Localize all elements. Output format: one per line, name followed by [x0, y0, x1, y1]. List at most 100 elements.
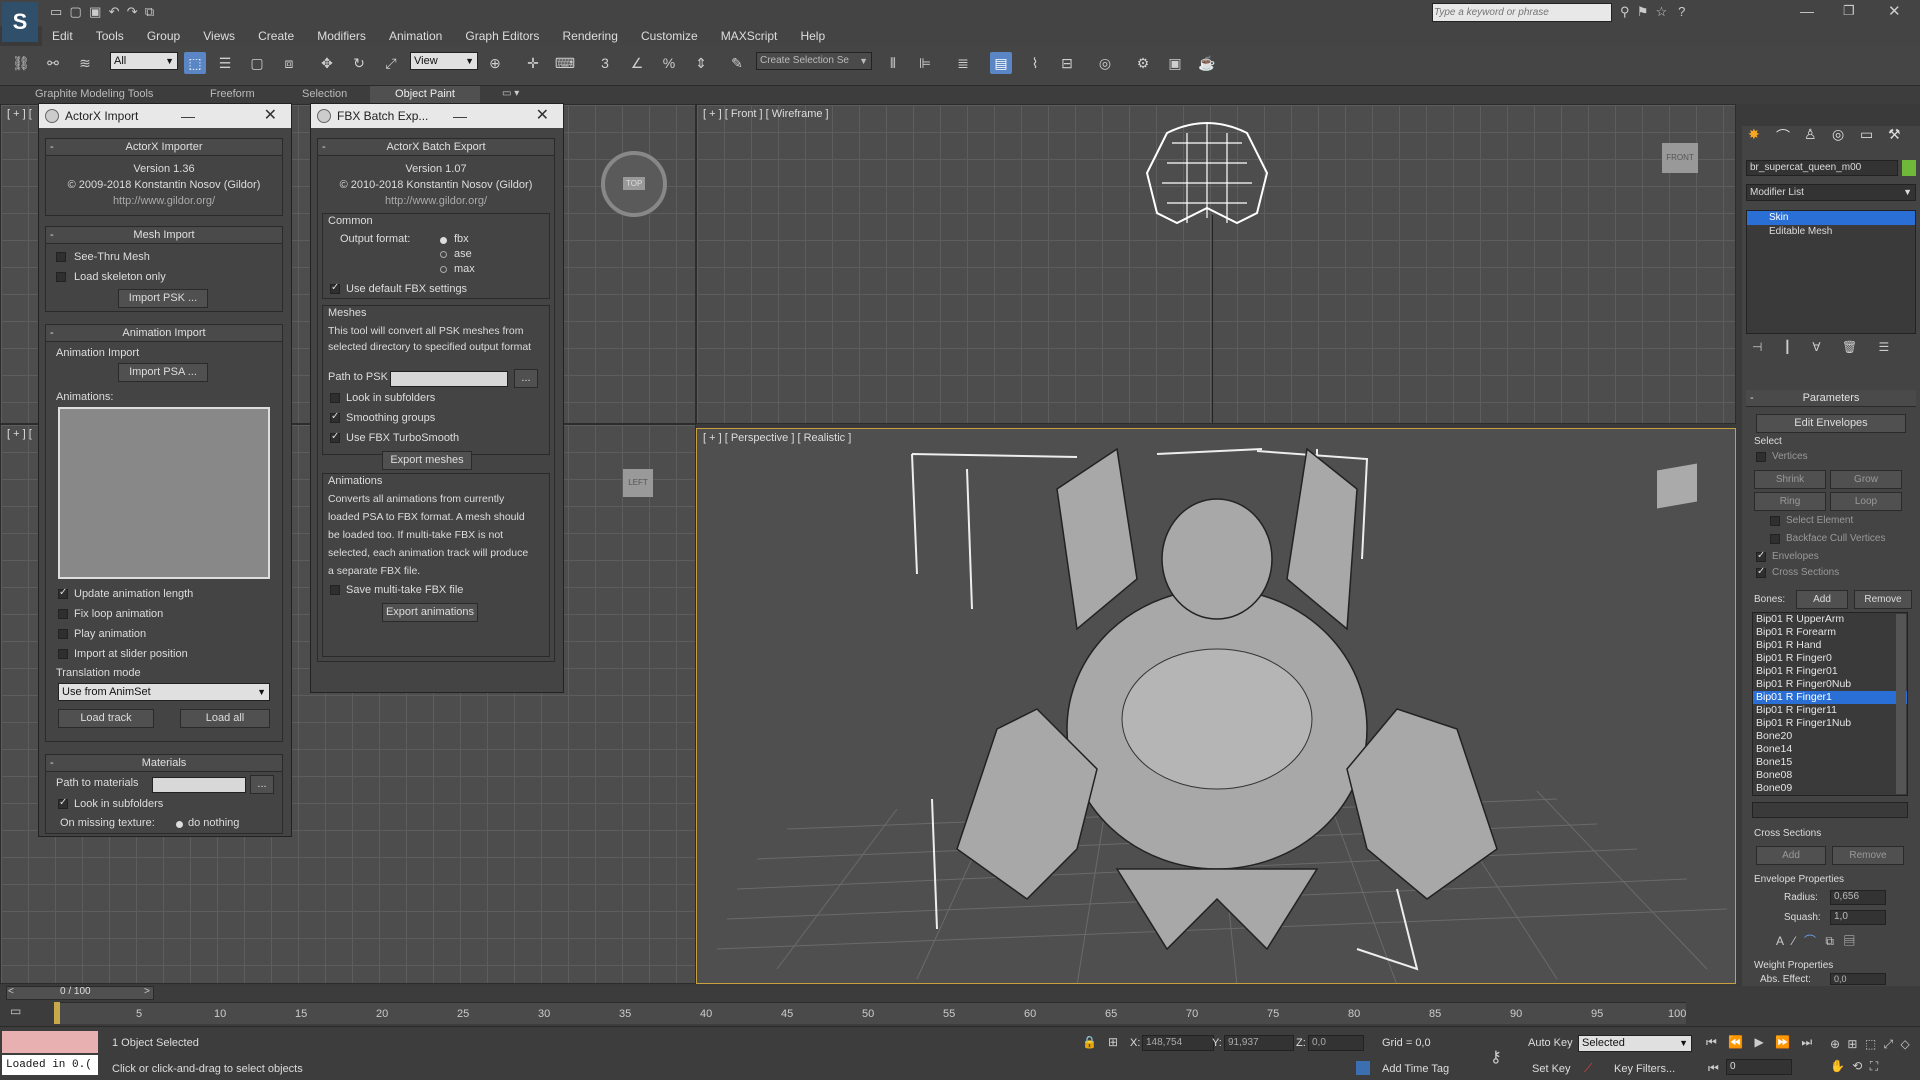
favorites-icon[interactable]: ☆	[1656, 4, 1668, 19]
viewport-front[interactable]: [ + ] [ Front ] [ Wireframe ] FRONT	[696, 104, 1736, 424]
next-frame-icon[interactable]: >	[144, 986, 150, 997]
x-coord-field[interactable]: 148,754	[1142, 1035, 1214, 1051]
link-icon[interactable]: ⛓	[10, 52, 32, 74]
project-icon[interactable]: ⧉	[145, 4, 154, 19]
collapse-icon[interactable]: -	[322, 139, 326, 156]
pivot-center-icon[interactable]: ⊕	[484, 52, 506, 74]
app-logo-icon[interactable]: S	[2, 2, 38, 42]
select-by-name-icon[interactable]: ☰	[214, 52, 236, 74]
fbx-title-bar[interactable]: FBX Batch Exp... — ✕	[311, 104, 563, 128]
fov-icon[interactable]: ◇	[1900, 1037, 1909, 1051]
bone-item[interactable]: Bone09	[1753, 782, 1907, 795]
save-multi-checkbox[interactable]	[330, 585, 340, 595]
display-tab-icon[interactable]: ▭	[1860, 126, 1873, 143]
curve-editor-icon[interactable]: ⌇	[1024, 52, 1046, 74]
menu-tools[interactable]: Tools	[86, 26, 134, 43]
grow-button[interactable]: Grow	[1830, 470, 1902, 489]
cross-sections-checkbox[interactable]	[1756, 566, 1766, 578]
viewport-left-label[interactable]: [ + ] [	[7, 428, 32, 440]
new-file-icon[interactable]: ▭	[50, 4, 62, 19]
bone-item[interactable]: Bip01 R Hand	[1753, 639, 1907, 652]
close-window-icon[interactable]: ✕	[1888, 2, 1901, 20]
set-key-button[interactable]: Set Key	[1532, 1063, 1571, 1075]
bone-item-selected[interactable]: Bip01 R Finger1	[1753, 691, 1907, 704]
paste-icon[interactable]: ▤	[1843, 934, 1855, 948]
menu-customize[interactable]: Customize	[631, 26, 708, 43]
menu-graph-editors[interactable]: Graph Editors	[455, 26, 549, 43]
motion-tab-icon[interactable]: ◎	[1832, 126, 1844, 143]
prev-frame-icon[interactable]: <	[8, 986, 14, 997]
viewport-top-label[interactable]: [ + ] [	[7, 108, 32, 120]
binoculars-icon[interactable]: ⚲	[1620, 4, 1630, 19]
collapse-icon[interactable]: -	[1750, 390, 1754, 407]
use-default-fbx-checkbox[interactable]	[330, 282, 340, 294]
rollout-header[interactable]: - ActorX Batch Export	[318, 139, 554, 156]
import-slider-checkbox[interactable]	[58, 649, 68, 659]
object-name-field[interactable]: br_supercat_queen_m00	[1746, 160, 1898, 176]
selection-filter-dropdown[interactable]: All ▼	[110, 52, 178, 70]
open-file-icon[interactable]: ▢	[70, 4, 82, 19]
prev-key-icon[interactable]: ⏪	[1728, 1035, 1743, 1049]
lock-selection-icon[interactable]: 🔒	[1082, 1035, 1097, 1049]
format-ase-radio[interactable]	[440, 251, 447, 258]
browse-materials-button[interactable]: ...	[250, 775, 274, 794]
help-icon[interactable]: ?	[1678, 4, 1685, 19]
create-tab-icon[interactable]: ✸	[1748, 126, 1760, 143]
update-length-checkbox[interactable]	[58, 587, 68, 599]
maximize-viewport-icon[interactable]: ⤢	[1884, 1037, 1894, 1051]
copy-icon[interactable]: ⧉	[1825, 934, 1834, 948]
abs-effect-field[interactable]: 0,0	[1830, 973, 1886, 985]
render-production-icon[interactable]: ☕	[1196, 52, 1218, 74]
cs-add-button[interactable]: Add	[1756, 846, 1826, 865]
shrink-button[interactable]: Shrink	[1754, 470, 1826, 489]
envelopes-checkbox[interactable]	[1756, 550, 1766, 562]
maxscript-output[interactable]: Loaded in 0.(	[2, 1055, 98, 1075]
export-animations-button[interactable]: Export animations	[382, 603, 478, 622]
restore-window-icon[interactable]: ❐	[1843, 3, 1855, 19]
turbosmooth-checkbox[interactable]	[330, 431, 340, 443]
current-frame-field[interactable]: 0	[1726, 1059, 1792, 1075]
bind-space-warp-icon[interactable]: ≋	[74, 52, 96, 74]
modifier-list-dropdown[interactable]: Modifier List ▼	[1746, 184, 1916, 201]
format-max-radio[interactable]	[440, 266, 447, 273]
collapse-icon[interactable]: -	[50, 755, 54, 772]
maxscript-listener[interactable]	[2, 1031, 98, 1053]
move-icon[interactable]: ✥	[316, 52, 338, 74]
menu-group[interactable]: Group	[137, 26, 190, 43]
rollout-header[interactable]: - Animation Import	[46, 325, 282, 342]
render-setup-icon[interactable]: ⚙	[1132, 52, 1154, 74]
undo-icon[interactable]: ↶	[109, 4, 120, 19]
y-coord-field[interactable]: 91,937	[1224, 1035, 1294, 1051]
make-unique-icon[interactable]: ∀	[1812, 340, 1820, 354]
backface-checkbox[interactable]	[1770, 534, 1780, 544]
schematic-view-icon[interactable]: ⊟	[1056, 52, 1078, 74]
animations-list[interactable]	[58, 407, 270, 579]
show-end-result-icon[interactable]: ┃	[1784, 340, 1791, 354]
menu-create[interactable]: Create	[248, 26, 304, 43]
hierarchy-tab-icon[interactable]: ♙	[1804, 126, 1817, 143]
go-to-end-icon[interactable]: ⏭	[1801, 1035, 1812, 1049]
ring-button[interactable]: Ring	[1754, 492, 1826, 511]
menu-animation[interactable]: Animation	[379, 26, 452, 43]
communication-icon[interactable]: ⚑	[1637, 4, 1649, 19]
z-coord-field[interactable]: 0,0	[1308, 1035, 1364, 1051]
bone-item[interactable]: Bone08	[1753, 769, 1907, 782]
radius-field[interactable]: 0,656	[1830, 890, 1886, 905]
menu-maxscript[interactable]: MAXScript	[711, 26, 788, 43]
menu-modifiers[interactable]: Modifiers	[307, 26, 376, 43]
bones-list[interactable]: Bip01 R UpperArm Bip01 R Forearm Bip01 R…	[1752, 612, 1908, 796]
material-editor-icon[interactable]: ◎	[1094, 52, 1116, 74]
minimize-icon[interactable]: —	[453, 104, 467, 128]
viewcube-left[interactable]: LEFT	[623, 469, 653, 497]
rotate-icon[interactable]: ↻	[348, 52, 370, 74]
align-icon[interactable]: ⊫	[914, 52, 936, 74]
orbit-icon[interactable]: ⟲	[1852, 1059, 1862, 1073]
stack-item-editable-mesh[interactable]: Editable Mesh	[1747, 225, 1915, 239]
unlink-icon[interactable]: ⚯	[42, 52, 64, 74]
save-icon[interactable]: ▣	[89, 4, 101, 19]
key-mode-toggle-icon[interactable]: ⏮	[1708, 1061, 1719, 1076]
add-bone-button[interactable]: Add	[1796, 590, 1848, 609]
psk-look-sub-checkbox[interactable]	[330, 393, 340, 403]
menu-views[interactable]: Views	[193, 26, 245, 43]
materials-look-sub-checkbox[interactable]	[58, 797, 68, 809]
